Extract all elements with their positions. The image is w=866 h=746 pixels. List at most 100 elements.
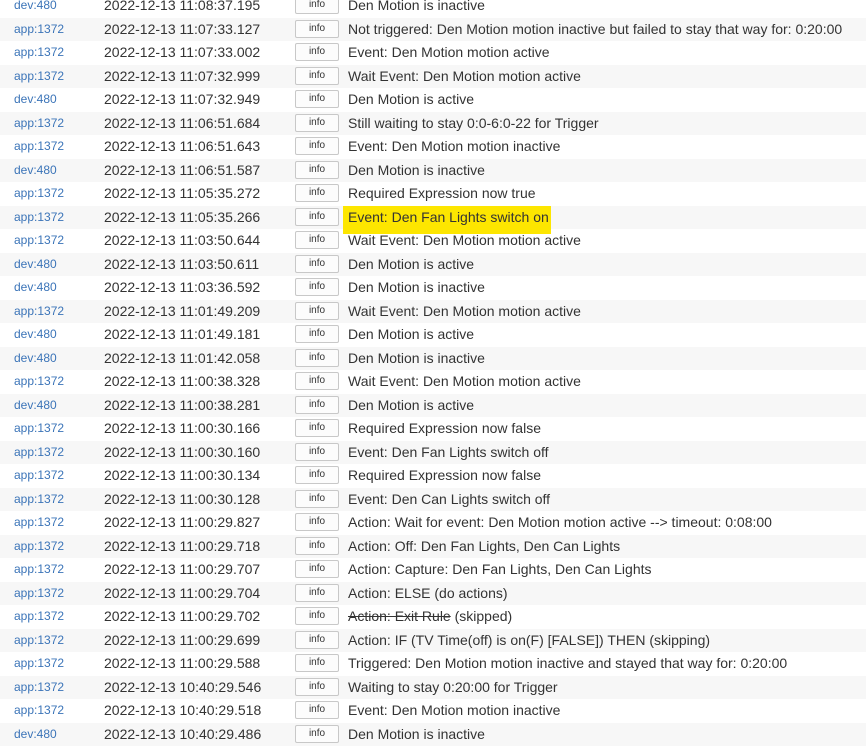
log-level-badge[interactable]: info (295, 90, 339, 108)
log-row: app:1372 2022-12-13 10:40:29.518 info Event… (0, 699, 866, 723)
log-source-link[interactable]: app:1372 (14, 116, 64, 130)
log-source-link[interactable]: app:1372 (14, 22, 64, 36)
log-level-badge[interactable]: info (295, 19, 339, 38)
log-message: Not triggered: Den Motion motion inactiv… (348, 20, 843, 37)
log-row: app:1372 2022-12-13 11:06:51.643 info Event… (0, 135, 866, 159)
log-level-badge[interactable]: info (295, 113, 339, 132)
log-timestamp: 2022-12-13 11:00:38.328 (104, 373, 261, 389)
log-source-link[interactable]: app:1372 (14, 445, 64, 459)
log-message: Wait Event: Den Motion motion active (348, 373, 581, 389)
log-source-link[interactable]: dev:480 (14, 0, 57, 12)
log-source-link[interactable]: dev:480 (14, 280, 57, 294)
log-source-link[interactable]: app:1372 (14, 45, 64, 59)
log-row: app:1372 2022-12-13 11:00:29.588 info Trigg… (0, 652, 866, 676)
log-timestamp: 2022-12-13 11:00:29.699 (104, 631, 261, 648)
log-level-badge[interactable]: info (295, 325, 339, 343)
log-level-badge[interactable]: info (295, 536, 339, 555)
log-row: app:1372 2022-12-13 11:07:32.999 info Wait … (0, 64, 866, 88)
log-timestamp: 2022-12-13 11:05:35.272 (104, 185, 261, 201)
log-source-link[interactable]: app:1372 (14, 586, 64, 600)
log-timestamp: 2022-12-13 11:06:51.684 (104, 114, 261, 131)
log-row: app:1372 2022-12-13 11:00:29.704 info Actio… (0, 581, 866, 605)
log-level-badge[interactable]: info (295, 724, 339, 743)
log-source-link[interactable]: dev:480 (14, 327, 57, 341)
log-timestamp: 2022-12-13 11:00:30.134 (104, 467, 261, 483)
log-source-link[interactable]: app:1372 (14, 374, 64, 388)
log-row: app:1372 2022-12-13 11:00:29.702 info Actio… (0, 605, 866, 629)
log-row: app:1372 2022-12-13 11:05:35.272 info Requi… (0, 182, 866, 206)
log-row: dev:480 2022-12-13 11:00:38.281 info Den Mo… (0, 393, 866, 417)
log-level-badge[interactable]: info (295, 630, 339, 649)
log-timestamp: 2022-12-13 11:07:32.949 (104, 91, 261, 107)
log-timestamp: 2022-12-13 11:03:50.644 (104, 232, 261, 248)
log-source-link[interactable]: app:1372 (14, 186, 64, 200)
log-level-badge[interactable]: info (295, 348, 339, 367)
log-source-link[interactable]: dev:480 (14, 257, 57, 271)
log-source-link[interactable]: app:1372 (14, 304, 64, 318)
log-level-badge[interactable]: info (295, 560, 339, 578)
log-level-badge[interactable]: info (295, 513, 339, 531)
log-row: app:1372 2022-12-13 11:00:30.166 info Requi… (0, 417, 866, 441)
log-message: Den Motion is inactive (348, 0, 485, 13)
log-level-badge[interactable]: info (295, 66, 339, 85)
log-message: Action: ELSE (do actions) (348, 584, 508, 601)
log-level-badge[interactable]: info (295, 654, 339, 672)
log-source-link[interactable]: app:1372 (14, 492, 64, 506)
log-source-link[interactable]: app:1372 (14, 656, 64, 670)
log-timestamp: 2022-12-13 11:07:33.127 (104, 20, 261, 37)
log-source-link[interactable]: app:1372 (14, 633, 64, 647)
log-timestamp: 2022-12-13 10:40:29.546 (104, 678, 262, 695)
log-timestamp: 2022-12-13 11:03:36.592 (104, 279, 261, 295)
log-source-link[interactable]: app:1372 (14, 210, 64, 224)
log-source-link[interactable]: app:1372 (14, 69, 64, 83)
log-row: app:1372 2022-12-13 11:00:30.160 info Event… (0, 440, 866, 464)
log-message: Required Expression now false (348, 467, 541, 483)
log-source-link[interactable]: app:1372 (14, 468, 64, 482)
log-source-link[interactable]: app:1372 (14, 680, 64, 694)
log-timestamp: 2022-12-13 11:00:30.160 (104, 443, 261, 460)
log-source-link[interactable]: app:1372 (14, 515, 64, 529)
log-level-badge[interactable]: info (295, 419, 339, 437)
log-level-badge[interactable]: info (295, 395, 339, 414)
log-timestamp: 2022-12-13 11:00:29.704 (104, 584, 261, 601)
log-source-link[interactable]: dev:480 (14, 351, 57, 365)
log-level-badge[interactable]: info (295, 254, 339, 273)
log-level-badge[interactable]: info (295, 160, 339, 179)
log-source-link[interactable]: app:1372 (14, 562, 64, 576)
log-level-badge[interactable]: info (295, 207, 339, 226)
log-source-link[interactable]: app:1372 (14, 609, 64, 623)
log-timestamp: 2022-12-13 11:00:29.588 (104, 655, 261, 671)
log-timestamp: 2022-12-13 11:00:29.718 (104, 537, 261, 554)
log-level-badge[interactable]: info (295, 137, 339, 155)
log-source-link[interactable]: dev:480 (14, 727, 57, 741)
log-level-badge[interactable]: info (295, 583, 339, 602)
log-row: app:1372 2022-12-13 11:00:30.128 info Event… (0, 487, 866, 511)
log-timestamp: 2022-12-13 11:00:30.166 (104, 420, 261, 436)
log-level-badge[interactable]: info (295, 677, 339, 696)
log-source-link[interactable]: dev:480 (14, 92, 57, 106)
log-level-badge[interactable]: info (295, 184, 339, 202)
log-level-badge[interactable]: info (295, 372, 339, 390)
log-source-link[interactable]: app:1372 (14, 703, 64, 717)
log-row: app:1372 2022-12-13 11:00:29.718 info Actio… (0, 534, 866, 558)
log-row: app:1372 2022-12-13 10:40:29.546 info Waiti… (0, 675, 866, 699)
log-level-badge[interactable]: info (295, 489, 339, 508)
log-source-link[interactable]: dev:480 (14, 163, 57, 177)
log-timestamp: 2022-12-13 11:01:49.209 (104, 302, 261, 319)
log-level-badge[interactable]: info (295, 301, 339, 320)
log-level-badge[interactable]: info (295, 278, 339, 296)
log-source-link[interactable]: dev:480 (14, 398, 57, 412)
log-timestamp: 2022-12-13 11:00:29.707 (104, 561, 261, 577)
log-level-badge[interactable]: info (295, 466, 339, 484)
log-source-link[interactable]: app:1372 (14, 421, 64, 435)
log-source-link[interactable]: app:1372 (14, 139, 64, 153)
log-source-link[interactable]: app:1372 (14, 233, 64, 247)
log-level-badge[interactable]: info (295, 442, 339, 461)
log-source-link[interactable]: app:1372 (14, 539, 64, 553)
log-level-badge[interactable]: info (295, 0, 339, 14)
log-level-badge[interactable]: info (295, 607, 339, 625)
log-level-badge[interactable]: info (295, 231, 339, 249)
log-level-badge[interactable]: info (295, 701, 339, 719)
log-level-badge[interactable]: info (295, 43, 339, 61)
log-message: Action: Capture: Den Fan Lights, Den Can… (348, 561, 652, 577)
